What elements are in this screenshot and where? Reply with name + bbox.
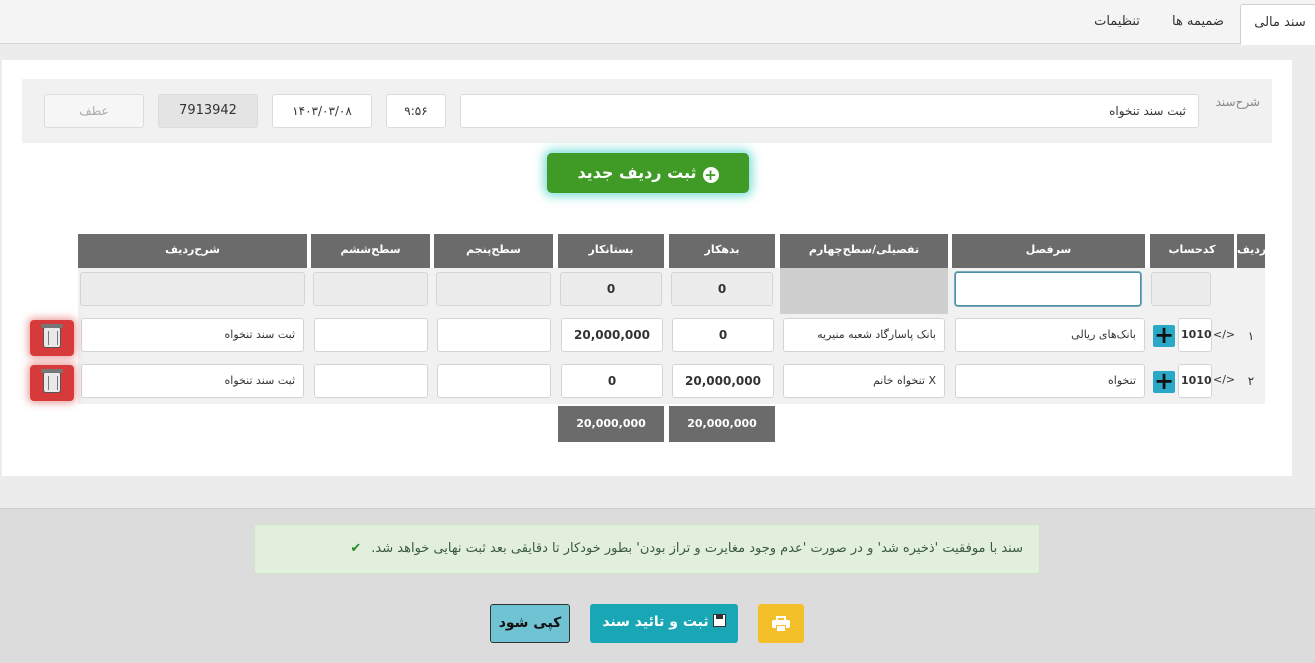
row-desc-input[interactable]: ثبت سند تنخواه bbox=[81, 364, 304, 398]
check-icon: ✔ bbox=[350, 541, 362, 556]
row-number: ۱ bbox=[1247, 329, 1255, 343]
level6-input[interactable] bbox=[314, 318, 428, 352]
reference-field[interactable]: عطف bbox=[44, 94, 144, 128]
filter-account-code[interactable] bbox=[1151, 272, 1211, 306]
filter-level6[interactable] bbox=[313, 272, 428, 306]
col-row-desc: شرح‌ردیف bbox=[78, 234, 307, 268]
tab-financial-doc[interactable]: سند مالی bbox=[1240, 4, 1315, 45]
tab-attachments[interactable]: ضمیمه ها bbox=[1160, 4, 1236, 44]
col-debit: بدهکار bbox=[669, 234, 775, 268]
delete-row-button[interactable] bbox=[30, 320, 74, 356]
printer-icon bbox=[772, 616, 790, 632]
debit-input[interactable]: 0 bbox=[672, 318, 774, 352]
footer: سند با موفقیت 'ذخیره شد' و در صورت 'عدم … bbox=[0, 508, 1315, 663]
credit-input[interactable]: 0 bbox=[561, 364, 663, 398]
col-row: ردیف bbox=[1237, 234, 1266, 268]
col-level5: سطح‌پنجم bbox=[434, 234, 553, 268]
col-general: سرفصل bbox=[952, 234, 1145, 268]
detail4-input[interactable]: بانک پاسارگاد شعبه منیریه bbox=[783, 318, 945, 352]
col-level6: سطح‌ششم bbox=[311, 234, 430, 268]
code-icon[interactable]: </> bbox=[1213, 328, 1235, 341]
trash-icon bbox=[41, 369, 63, 393]
tab-settings[interactable]: تنظیمات bbox=[1084, 4, 1150, 44]
col-detail4: تفصیلی/سطح‌چهارم bbox=[780, 234, 948, 268]
code-icon[interactable]: </> bbox=[1213, 373, 1235, 386]
row-number: ۲ bbox=[1247, 374, 1255, 388]
document-header: شرح‌سند ثبت سند تنخواه ۹:۵۶ ۱۴۰۳/۰۳/۰۸ 7… bbox=[22, 79, 1272, 143]
row-desc-input[interactable]: ثبت سند تنخواه bbox=[81, 318, 304, 352]
plus-circle-icon: + bbox=[702, 166, 719, 184]
description-field[interactable]: ثبت سند تنخواه bbox=[460, 94, 1199, 128]
save-confirm-button[interactable]: ثبت و تائید سند bbox=[590, 604, 738, 643]
level5-input[interactable] bbox=[437, 318, 551, 352]
general-input[interactable]: بانک‌های ریالی bbox=[955, 318, 1145, 352]
filter-detail4-disabled bbox=[780, 268, 948, 314]
document-panel: شرح‌سند ثبت سند تنخواه ۹:۵۶ ۱۴۰۳/۰۳/۰۸ 7… bbox=[2, 60, 1292, 476]
credit-input[interactable]: 20,000,000 bbox=[561, 318, 663, 352]
description-label: شرح‌سند bbox=[1215, 95, 1260, 109]
account-code-input[interactable]: 10104 bbox=[1178, 364, 1212, 398]
debit-input[interactable]: 20,000,000 bbox=[672, 364, 774, 398]
filter-credit[interactable]: 0 bbox=[560, 272, 662, 306]
plus-icon[interactable]: + bbox=[1153, 323, 1175, 347]
save-label: ثبت و تائید سند bbox=[602, 614, 709, 630]
add-row-button[interactable]: ثبت ردیف جدید + bbox=[547, 153, 749, 193]
total-debit: 20,000,000 bbox=[669, 406, 775, 442]
print-button[interactable] bbox=[758, 604, 804, 643]
alert-text: سند با موفقیت 'ذخیره شد' و در صورت 'عدم … bbox=[371, 541, 1023, 556]
floppy-icon bbox=[712, 614, 726, 627]
copy-button[interactable]: کپی شود bbox=[490, 604, 570, 643]
date-field[interactable]: ۱۴۰۳/۰۳/۰۸ bbox=[272, 94, 372, 128]
account-code-input[interactable]: 10103 bbox=[1178, 318, 1212, 352]
filter-debit[interactable]: 0 bbox=[671, 272, 773, 306]
general-input[interactable]: تنخواه bbox=[955, 364, 1145, 398]
total-credit: 20,000,000 bbox=[558, 406, 664, 442]
plus-icon[interactable]: + bbox=[1153, 369, 1175, 393]
filter-row-desc[interactable] bbox=[80, 272, 305, 306]
filter-level5[interactable] bbox=[436, 272, 551, 306]
delete-row-button[interactable] bbox=[30, 365, 74, 401]
col-credit: بستانکار bbox=[558, 234, 664, 268]
success-alert: سند با موفقیت 'ذخیره شد' و در صورت 'عدم … bbox=[254, 524, 1040, 574]
time-field[interactable]: ۹:۵۶ bbox=[386, 94, 446, 128]
tab-bar: تنظیمات ضمیمه ها سند مالی bbox=[0, 0, 1315, 45]
filter-general[interactable] bbox=[955, 272, 1141, 306]
document-number: 7913942 bbox=[158, 94, 258, 128]
trash-icon bbox=[41, 324, 63, 348]
detail4-input[interactable]: تنخواه خانم X bbox=[783, 364, 945, 398]
level5-input[interactable] bbox=[437, 364, 551, 398]
level6-input[interactable] bbox=[314, 364, 428, 398]
col-account-code: کدحساب bbox=[1150, 234, 1234, 268]
add-row-label: ثبت ردیف جدید bbox=[577, 163, 697, 182]
